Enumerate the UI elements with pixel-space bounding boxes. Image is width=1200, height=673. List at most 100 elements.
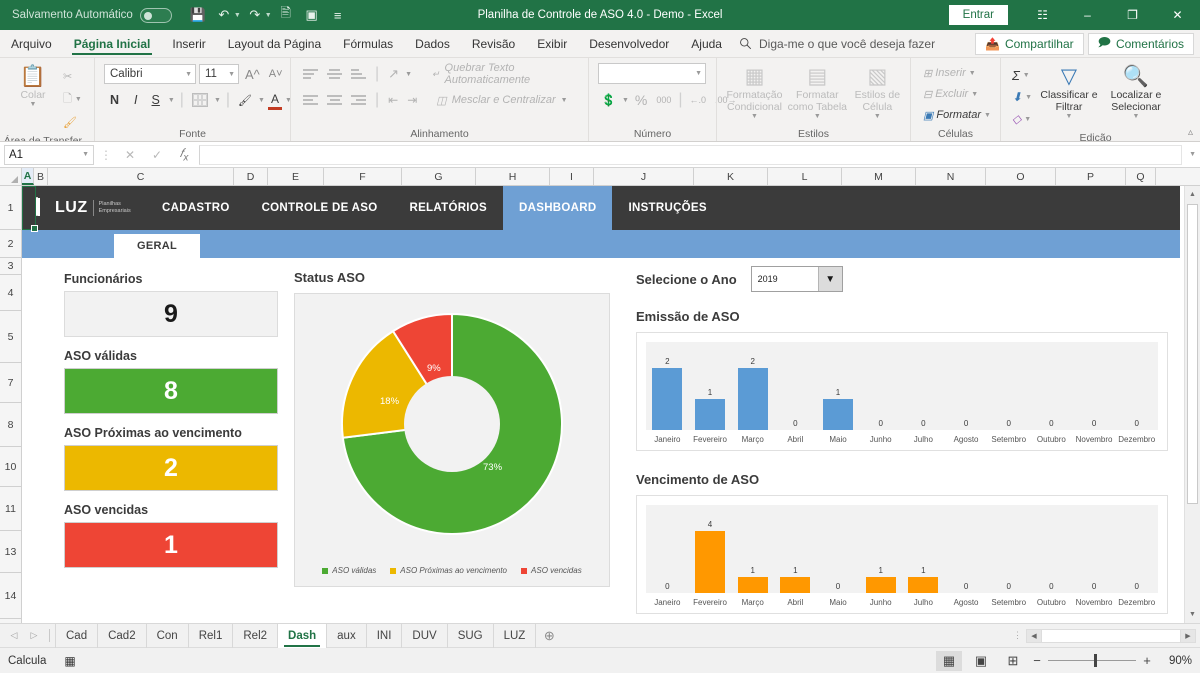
font-size-caret-icon[interactable]: ▼	[222, 71, 235, 78]
sort-filter-dropdown-icon[interactable]: ▼	[1066, 113, 1073, 121]
cut-icon[interactable]: ✂	[60, 66, 85, 86]
align-right-icon[interactable]	[348, 90, 369, 110]
zoom-out-button[interactable]: −	[1032, 653, 1042, 668]
comma-style-button[interactable]: 000	[653, 90, 674, 110]
split-handle[interactable]: ⋮	[1013, 630, 1022, 641]
print-preview-icon[interactable]: 🖹	[274, 4, 298, 26]
sheet-tab-sug[interactable]: SUG	[448, 623, 494, 648]
record-macro-icon[interactable]: ▦	[64, 654, 75, 668]
add-sheet-icon[interactable]: ⊕	[536, 628, 562, 644]
align-top-icon[interactable]	[300, 64, 321, 84]
increase-indent-icon[interactable]: ⇥	[404, 90, 420, 110]
row-header-5[interactable]: 5	[0, 311, 21, 363]
collapse-ribbon-icon[interactable]: ▵	[1188, 127, 1193, 138]
currency-icon[interactable]: 💲	[598, 90, 619, 110]
save-icon[interactable]: 💾	[186, 4, 210, 26]
column-header-f[interactable]: F	[324, 168, 402, 185]
nav-tab-controle-de-aso[interactable]: CONTROLE DE ASO	[246, 186, 394, 230]
column-header-n[interactable]: N	[916, 168, 986, 185]
sheet-tab-dash[interactable]: Dash	[278, 623, 328, 648]
column-header-l[interactable]: L	[768, 168, 842, 185]
nav-tab-relatorios[interactable]: RELATÓRIOS	[393, 186, 503, 230]
currency-dropdown-icon[interactable]: ▼	[622, 97, 629, 104]
comments-button[interactable]: 🗩 Comentários	[1087, 32, 1194, 55]
row-header-2[interactable]: 2	[0, 230, 21, 258]
ribbon-tab-layout-da-pagina[interactable]: Layout da Página	[217, 30, 332, 57]
ribbon-tab-inserir[interactable]: Inserir	[161, 30, 216, 57]
zoom-thumb[interactable]	[1093, 654, 1097, 667]
font-name-select[interactable]: Calibri ▼	[104, 64, 196, 84]
ribbon-tab-formulas[interactable]: Fórmulas	[332, 30, 404, 57]
sheet-tab-duv[interactable]: DUV	[402, 623, 448, 648]
insert-function-icon[interactable]: 𝑓x	[172, 146, 196, 163]
sheet-tab-aux[interactable]: aux	[327, 623, 367, 648]
number-format-caret-icon[interactable]: ▼	[689, 70, 702, 77]
row-header-15[interactable]: 15	[0, 619, 21, 623]
column-header-d[interactable]: D	[234, 168, 268, 185]
zoom-track[interactable]	[1048, 654, 1136, 667]
fill-color-button[interactable]: 🖌	[235, 90, 255, 110]
autosave-toggle[interactable]	[139, 7, 172, 23]
format-as-table-button[interactable]: ▤ Formatar como Tabela ▼	[786, 63, 849, 121]
horizontal-scrollbar[interactable]: ◀ ▶	[1026, 628, 1196, 643]
underline-dropdown-icon[interactable]: ▼	[168, 97, 175, 104]
camera-icon[interactable]: ▣	[300, 4, 324, 26]
paste-dropdown-icon[interactable]: ▼	[30, 101, 37, 109]
vencimento-aso-chart[interactable]: 0 4 1 1 0 1 1 0 0 0 0 0 Janeiro Fevereiro Março Abril M…	[636, 495, 1168, 614]
scroll-right-icon[interactable]: ▶	[1181, 629, 1195, 642]
conditional-formatting-button[interactable]: ▦ Formatação Condicional ▼	[725, 63, 784, 121]
ribbon-tab-arquivo[interactable]: Arquivo	[0, 30, 63, 57]
underline-button[interactable]: S	[147, 90, 165, 110]
vertical-scroll-thumb[interactable]	[1187, 204, 1198, 504]
ribbon-tab-ajuda[interactable]: Ajuda	[680, 30, 733, 57]
share-button[interactable]: 📤 Compartilhar	[974, 32, 1084, 55]
cell-styles-dropdown-icon[interactable]: ▼	[874, 113, 881, 121]
ribbon-tab-dados[interactable]: Dados	[404, 30, 461, 57]
name-box[interactable]: A1 ▼	[4, 144, 94, 165]
sort-filter-button[interactable]: ▽ Classificar e Filtrar ▼	[1038, 63, 1100, 121]
row-header-10[interactable]: 10	[0, 447, 21, 487]
column-header-g[interactable]: G	[402, 168, 476, 185]
format-cells-button[interactable]: ▣ Formatar ▼	[920, 105, 994, 125]
nav-tab-instrucoes[interactable]: INSTRUÇÕES	[612, 186, 722, 230]
row-header-11[interactable]: 11	[0, 487, 21, 531]
align-left-icon[interactable]	[300, 90, 321, 110]
fill-color-dropdown-icon[interactable]: ▼	[258, 97, 265, 104]
column-header-c[interactable]: C	[48, 168, 234, 185]
copy-dropdown-icon[interactable]: ▼	[75, 96, 82, 103]
decrease-font-size-icon[interactable]: A˅	[266, 64, 286, 84]
sheet-tab-luz[interactable]: LUZ	[494, 623, 537, 648]
conditional-formatting-dropdown-icon[interactable]: ▼	[751, 113, 758, 121]
next-sheet-icon[interactable]: ▷	[24, 630, 44, 641]
ribbon-tab-pagina-inicial[interactable]: Página Inicial	[63, 30, 162, 57]
horizontal-scroll-thumb[interactable]	[1041, 629, 1181, 642]
scroll-down-icon[interactable]: ▼	[1184, 606, 1200, 623]
autosum-button[interactable]: Σ ▼	[1009, 65, 1035, 85]
orientation-icon[interactable]: ↗	[385, 64, 402, 84]
font-name-caret-icon[interactable]: ▼	[179, 71, 192, 78]
ribbon-tab-desenvolvedor[interactable]: Desenvolvedor	[578, 30, 680, 57]
increase-decimal-icon[interactable]: ←.0	[687, 90, 710, 110]
status-aso-chart[interactable]: 73% 18% 9% ASO válidas ASO Próximas ao v…	[294, 293, 610, 587]
find-select-button[interactable]: 🔍 Localizar e Selecionar ▼	[1103, 63, 1169, 121]
year-select[interactable]: 2019 ▼	[750, 266, 843, 292]
orientation-dropdown-icon[interactable]: ▼	[405, 71, 412, 78]
column-header-q[interactable]: Q	[1126, 168, 1156, 185]
chevron-down-icon[interactable]: ▼	[817, 267, 842, 291]
ribbon-display-options-icon[interactable]: ☷	[1020, 0, 1065, 30]
restore-icon[interactable]: ❐	[1110, 0, 1155, 30]
minimize-icon[interactable]: –	[1065, 0, 1110, 30]
align-middle-icon[interactable]	[324, 64, 345, 84]
fill-button[interactable]: ⬇ ▼	[1009, 87, 1035, 107]
clear-button[interactable]: ◇ ▼	[1009, 109, 1035, 129]
worksheet-canvas[interactable]: LUZ Planilhas Empresariais CADASTRO CONT…	[22, 186, 1184, 623]
insert-cells-button[interactable]: ⊞ Inserir ▼	[920, 63, 979, 83]
ribbon-tab-revisao[interactable]: Revisão	[461, 30, 526, 57]
nav-tab-dashboard[interactable]: DASHBOARD	[503, 186, 613, 230]
normal-view-icon[interactable]: ▦	[936, 650, 962, 671]
scroll-up-icon[interactable]: ▲	[1184, 186, 1200, 203]
decrease-indent-icon[interactable]: ⇤	[385, 90, 401, 110]
font-color-button[interactable]: A	[267, 90, 282, 110]
row-header-3[interactable]: 3	[0, 258, 21, 275]
row-header-8[interactable]: 8	[0, 403, 21, 447]
